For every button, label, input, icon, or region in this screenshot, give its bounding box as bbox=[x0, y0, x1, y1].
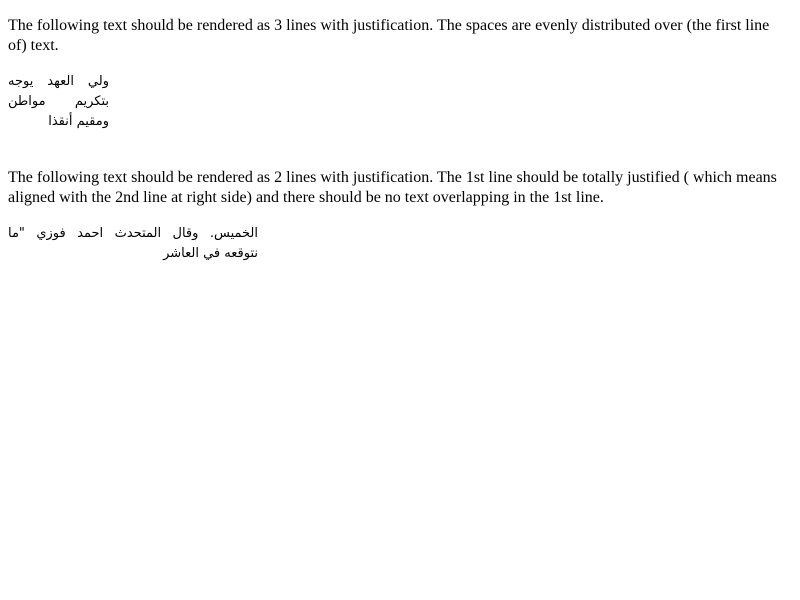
section2-description: The following text should be rendered as… bbox=[8, 169, 777, 206]
section2-arabic-text: الخميس. وقال المتحدث احمد فوزي "ما نتوقع… bbox=[8, 226, 258, 261]
page: The following text should be rendered as… bbox=[0, 0, 800, 600]
section1-arabic-text: ولي العهد يوجه بتكريم مواطن ومقيم أنقذا bbox=[8, 74, 109, 129]
section1-description: The following text should be rendered as… bbox=[8, 17, 770, 54]
